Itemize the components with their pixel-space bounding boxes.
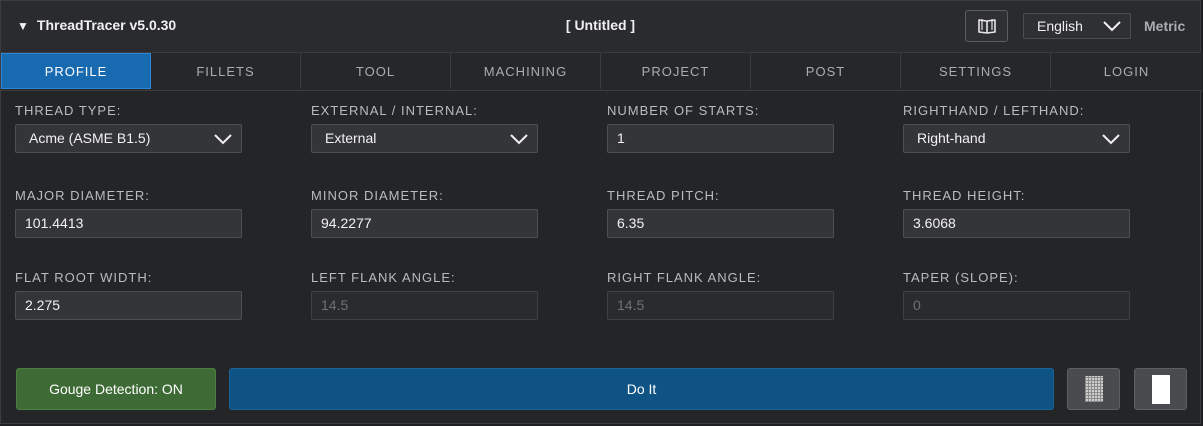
thread-pitch-label: THREAD PITCH: — [607, 188, 720, 203]
number-of-starts-label: NUMBER OF STARTS: — [607, 103, 760, 118]
taper-field: TAPER (SLOPE): 0 — [903, 270, 1130, 320]
major-diameter-field: MAJOR DIAMETER: 101.4413 — [15, 188, 242, 238]
flat-root-width-input[interactable]: 2.275 — [15, 291, 242, 320]
chevron-down-icon — [1102, 134, 1120, 145]
white-square-button[interactable] — [1134, 368, 1187, 410]
tab-tool[interactable]: TOOL — [301, 53, 451, 89]
number-of-starts-field: NUMBER OF STARTS: 1 — [607, 103, 834, 153]
hand-value: Right-hand — [917, 130, 986, 146]
right-flank-angle-field: RIGHT FLANK ANGLE: 14.5 — [607, 270, 834, 320]
major-diameter-input[interactable]: 101.4413 — [15, 209, 242, 238]
language-select[interactable]: English — [1023, 13, 1131, 39]
thread-type-value: Acme (ASME B1.5) — [29, 130, 151, 146]
tab-machining[interactable]: MACHINING — [451, 53, 601, 89]
thread-type-select[interactable]: Acme (ASME B1.5) — [15, 124, 242, 153]
taper-label: TAPER (SLOPE): — [903, 270, 1019, 285]
thread-pitch-field: THREAD PITCH: 6.35 — [607, 188, 834, 238]
minor-diameter-field: MINOR DIAMETER: 94.2277 — [311, 188, 538, 238]
chevron-down-icon — [214, 134, 232, 145]
external-internal-label: EXTERNAL / INTERNAL: — [311, 103, 478, 118]
hand-label: RIGHTHAND / LEFTHAND: — [903, 103, 1085, 118]
major-diameter-label: MAJOR DIAMETER: — [15, 188, 150, 203]
pattern-icon — [1084, 376, 1103, 402]
book-icon — [977, 19, 996, 34]
collapse-caret-icon[interactable]: ▼ — [17, 19, 29, 33]
tab-fillets[interactable]: FILLETS — [151, 53, 301, 89]
chevron-down-icon — [510, 134, 528, 145]
white-square-icon — [1151, 374, 1170, 404]
hand-select[interactable]: Right-hand — [903, 124, 1130, 153]
title-bar: ▼ ThreadTracer v5.0.30 [ Untitled ] Engli… — [1, 1, 1200, 53]
chevron-down-icon — [1103, 21, 1121, 32]
language-value: English — [1037, 18, 1083, 34]
app-title-text: ThreadTracer v5.0.30 — [36, 17, 177, 33]
units-toggle[interactable]: Metric — [1144, 18, 1185, 34]
number-of-starts-input[interactable]: 1 — [607, 124, 834, 153]
thread-type-field: THREAD TYPE: Acme (ASME B1.5) — [15, 103, 242, 153]
app-window: ▼ ThreadTracer v5.0.30 [ Untitled ] Engli… — [0, 0, 1202, 424]
external-internal-value: External — [325, 130, 377, 146]
thread-height-input[interactable]: 3.6068 — [903, 209, 1130, 238]
tab-bar: PROFILE FILLETS TOOL MACHINING PROJECT P… — [1, 53, 1202, 91]
tab-login[interactable]: LOGIN — [1051, 53, 1202, 89]
pattern-button[interactable] — [1067, 368, 1120, 410]
hand-field: RIGHTHAND / LEFTHAND: Right-hand — [903, 103, 1130, 153]
minor-diameter-input[interactable]: 94.2277 — [311, 209, 538, 238]
minor-diameter-label: MINOR DIAMETER: — [311, 188, 444, 203]
left-flank-angle-label: LEFT FLANK ANGLE: — [311, 270, 456, 285]
external-internal-select[interactable]: External — [311, 124, 538, 153]
right-flank-angle-input: 14.5 — [607, 291, 834, 320]
flat-root-width-field: FLAT ROOT WIDTH: 2.275 — [15, 270, 242, 320]
tab-post[interactable]: POST — [751, 53, 901, 89]
thread-height-label: THREAD HEIGHT: — [903, 188, 1026, 203]
gouge-detection-button[interactable]: Gouge Detection: ON — [16, 368, 216, 410]
right-flank-angle-label: RIGHT FLANK ANGLE: — [607, 270, 762, 285]
taper-input: 0 — [903, 291, 1130, 320]
tab-settings[interactable]: SETTINGS — [901, 53, 1051, 89]
manual-button[interactable] — [965, 10, 1008, 42]
thread-height-field: THREAD HEIGHT: 3.6068 — [903, 188, 1130, 238]
tab-profile[interactable]: PROFILE — [1, 53, 151, 89]
left-flank-angle-input: 14.5 — [311, 291, 538, 320]
thread-pitch-input[interactable]: 6.35 — [607, 209, 834, 238]
thread-type-label: THREAD TYPE: — [15, 103, 122, 118]
app-title[interactable]: ▼ ThreadTracer v5.0.30 — [17, 17, 176, 33]
external-internal-field: EXTERNAL / INTERNAL: External — [311, 103, 538, 153]
flat-root-width-label: FLAT ROOT WIDTH: — [15, 270, 153, 285]
document-title: [ Untitled ] — [565, 17, 636, 33]
do-it-button[interactable]: Do It — [229, 368, 1054, 410]
left-flank-angle-field: LEFT FLANK ANGLE: 14.5 — [311, 270, 538, 320]
tab-project[interactable]: PROJECT — [601, 53, 751, 89]
